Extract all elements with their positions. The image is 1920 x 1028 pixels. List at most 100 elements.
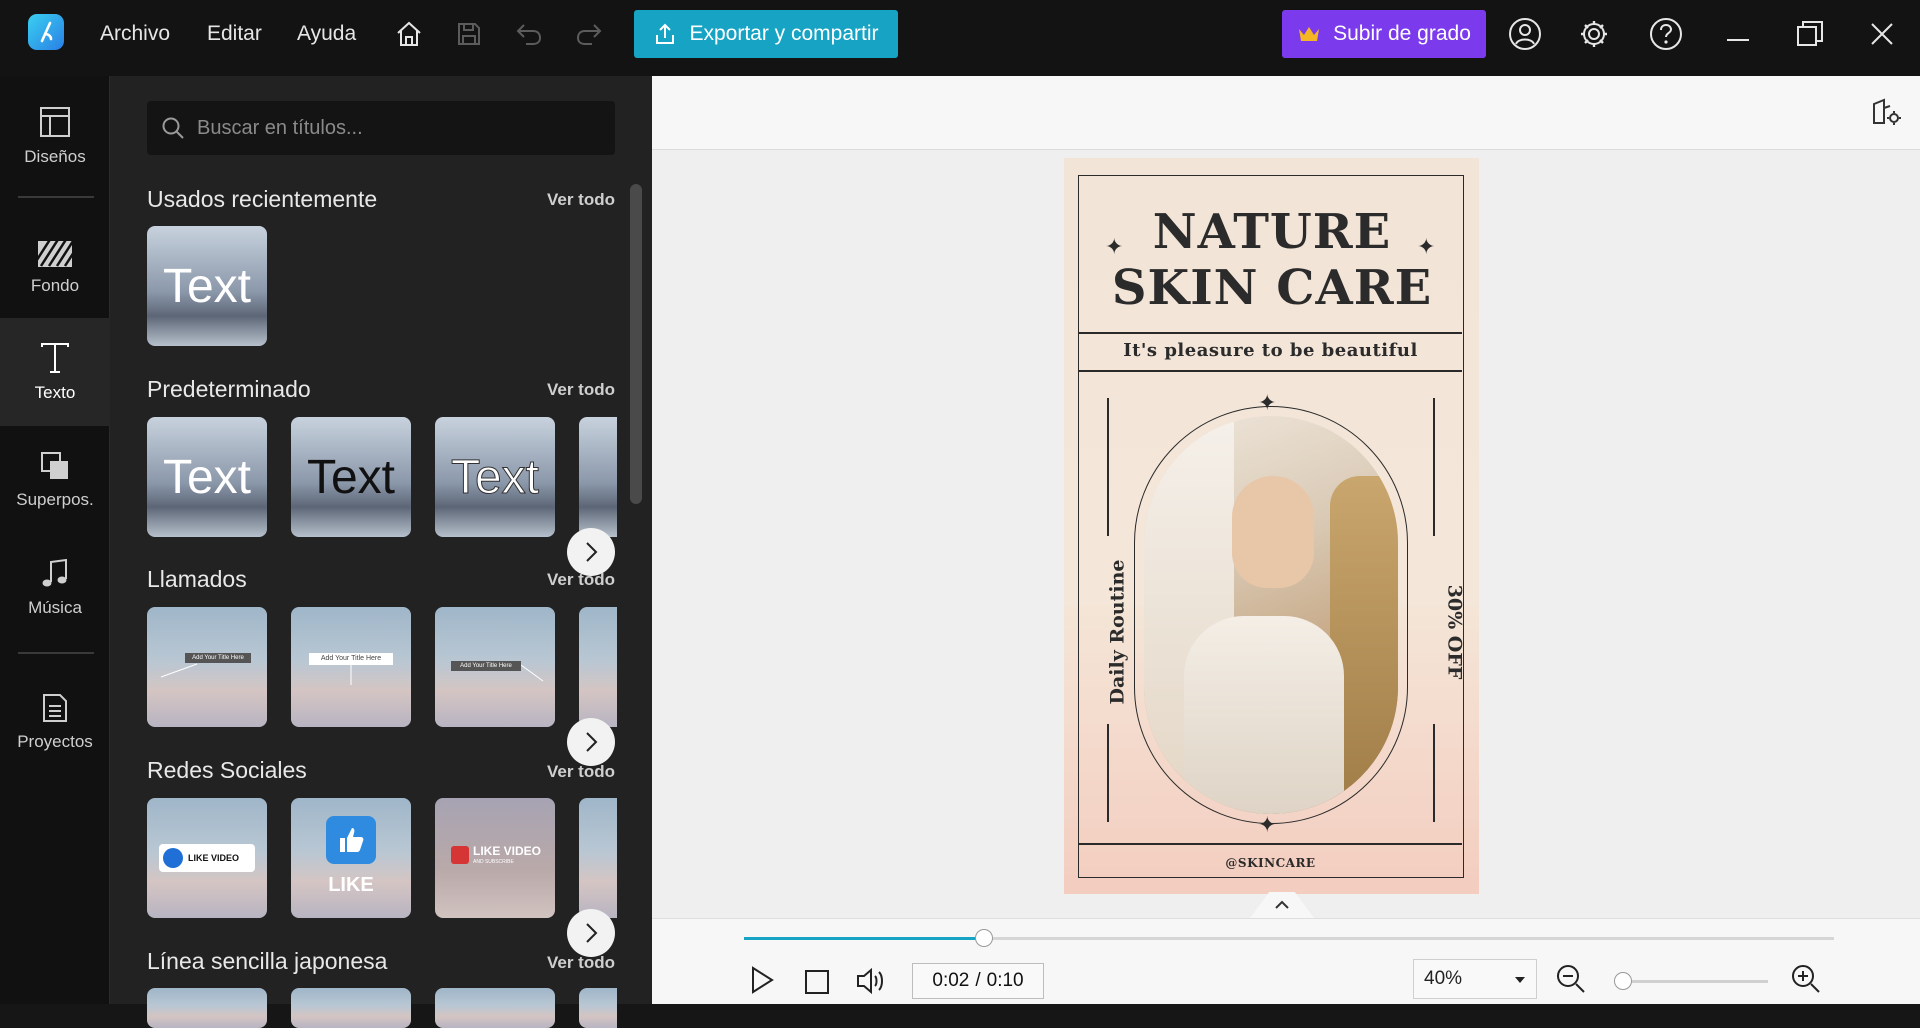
japanese-line-thumbnail[interactable]: [147, 988, 267, 1028]
save-icon[interactable]: [451, 16, 487, 52]
title-thumbnail-partial[interactable]: [579, 417, 617, 537]
nav-background[interactable]: Fondo: [0, 214, 110, 322]
zoom-value: 40%: [1424, 968, 1463, 989]
poster-right-vertical-text: 30% OFF: [1443, 584, 1466, 680]
nav-overlays[interactable]: Superpos.: [0, 426, 110, 534]
nav-divider: [18, 196, 94, 198]
music-icon: [42, 558, 67, 587]
expand-timeline-handle[interactable]: [1250, 892, 1314, 918]
next-arrow-button[interactable]: [567, 528, 615, 576]
progress-track[interactable]: [744, 929, 1834, 947]
export-share-button[interactable]: Exportar y compartir: [634, 10, 898, 58]
section-title-default: Predeterminado: [147, 376, 311, 402]
model-photo: [1144, 416, 1398, 814]
stop-icon[interactable]: [804, 969, 830, 1000]
preview-settings-icon[interactable]: [1870, 96, 1902, 133]
title-thumbnail[interactable]: Text: [291, 417, 411, 537]
redo-icon[interactable]: [571, 16, 607, 52]
poster-divider: [1079, 843, 1462, 845]
export-label: Exportar y compartir: [689, 22, 879, 45]
preview-stage: NATURE SKIN CARE ✦ ✦ It's pleasure to be…: [652, 76, 1920, 1004]
account-icon[interactable]: [1507, 16, 1543, 52]
zoom-out-icon[interactable]: [1555, 963, 1587, 1000]
section-title-japanese: Línea sencilla japonesa: [147, 948, 388, 974]
titles-panel: Usados recientemente Ver todo Text Prede…: [110, 76, 652, 1028]
menu-ayuda[interactable]: Ayuda: [297, 22, 356, 46]
callout-thumbnail[interactable]: Add Your Title Here: [435, 607, 555, 727]
menu-archivo[interactable]: Archivo: [100, 22, 170, 46]
volume-icon[interactable]: [856, 966, 888, 1001]
zoom-slider-track[interactable]: [1614, 972, 1768, 990]
callout-thumbnail[interactable]: Add Your Title Here: [147, 607, 267, 727]
panel-scrollbar[interactable]: [630, 184, 642, 504]
vertical-rule: [1433, 398, 1435, 536]
minimize-icon[interactable]: [1720, 16, 1756, 52]
title-thumbnail[interactable]: Text: [147, 417, 267, 537]
play-icon[interactable]: [748, 965, 776, 1000]
menu-editar[interactable]: Editar: [207, 22, 262, 46]
title-thumbnail[interactable]: Text: [435, 417, 555, 537]
nav-background-label: Fondo: [30, 276, 80, 295]
vertical-rule: [1433, 724, 1435, 822]
nav-text[interactable]: Texto: [0, 318, 110, 426]
restore-icon[interactable]: [1792, 16, 1828, 52]
heart-icon: [451, 846, 469, 864]
japanese-line-thumbnail-partial[interactable]: [579, 988, 617, 1028]
japanese-line-thumbnail[interactable]: [435, 988, 555, 1028]
vertical-rule: [1107, 398, 1109, 536]
see-all-social-link[interactable]: Ver todo: [547, 762, 615, 782]
chevron-right-icon: [586, 542, 598, 562]
nav-projects[interactable]: Proyectos: [0, 668, 110, 776]
zoom-in-icon[interactable]: [1790, 963, 1822, 1000]
see-all-japanese-link[interactable]: Ver todo: [547, 953, 615, 973]
title-bar: Archivo Editar Ayuda Exportar y comparti…: [0, 0, 1920, 76]
settings-gear-icon[interactable]: [1576, 16, 1612, 52]
social-thumbnail[interactable]: LIKE VIDEO: [147, 798, 267, 918]
help-icon[interactable]: [1648, 16, 1684, 52]
social-thumbnail-partial[interactable]: [579, 798, 617, 918]
upgrade-button[interactable]: Subir de grado: [1282, 10, 1486, 58]
see-all-callouts-link[interactable]: Ver todo: [547, 570, 615, 590]
background-icon: [37, 240, 73, 267]
social-thumbnail[interactable]: LIKE VIDEO AND SUBSCRIBE: [435, 798, 555, 918]
thumbs-up-icon: [326, 816, 376, 864]
thumbs-up-icon: [163, 848, 183, 868]
nav-music[interactable]: Música: [0, 534, 110, 642]
see-all-recent-link[interactable]: Ver todo: [547, 190, 615, 210]
nav-music-label: Música: [28, 598, 82, 617]
nav-designs-label: Diseños: [24, 147, 86, 166]
like-video-text: LIKE VIDEO: [188, 853, 240, 863]
export-icon: [656, 23, 675, 44]
text-sample: Text: [162, 259, 252, 313]
title-search-box[interactable]: [147, 101, 615, 155]
nav-designs[interactable]: Diseños: [0, 82, 110, 190]
callout-thumbnail-partial[interactable]: [579, 607, 617, 727]
zoom-slider-handle[interactable]: [1614, 972, 1632, 990]
nav-overlays-label: Superpos.: [16, 490, 94, 509]
progress-handle[interactable]: [974, 929, 993, 947]
search-input[interactable]: [197, 116, 597, 140]
face: [1232, 476, 1314, 588]
sparkle-icon: ✦: [1258, 812, 1277, 837]
nav-divider: [18, 652, 94, 654]
next-arrow-button[interactable]: [567, 718, 615, 766]
sparkle-icon: ✦: [1417, 234, 1436, 259]
home-icon[interactable]: [391, 16, 427, 52]
dropdown-arrow-icon: [1515, 977, 1525, 983]
zoom-select[interactable]: 40%: [1413, 959, 1537, 999]
social-thumbnail[interactable]: LIKE: [291, 798, 411, 918]
vertical-rule: [1107, 724, 1109, 822]
japanese-line-thumbnail[interactable]: [291, 988, 411, 1028]
next-arrow-button[interactable]: [567, 909, 615, 957]
callout-thumbnail[interactable]: Add Your Title Here: [291, 607, 411, 727]
time-total: 0:10: [986, 970, 1024, 991]
title-thumbnail[interactable]: Text: [147, 226, 267, 346]
poster-title: NATURE SKIN CARE: [1079, 204, 1465, 316]
see-all-default-link[interactable]: Ver todo: [547, 380, 615, 400]
search-icon: [162, 117, 184, 139]
poster-canvas[interactable]: NATURE SKIN CARE ✦ ✦ It's pleasure to be…: [1064, 158, 1479, 894]
callout-label: Add Your Title Here: [309, 653, 393, 665]
subscribe-text: AND SUBSCRIBE: [473, 859, 514, 865]
undo-icon[interactable]: [511, 16, 547, 52]
close-icon[interactable]: [1864, 16, 1900, 52]
